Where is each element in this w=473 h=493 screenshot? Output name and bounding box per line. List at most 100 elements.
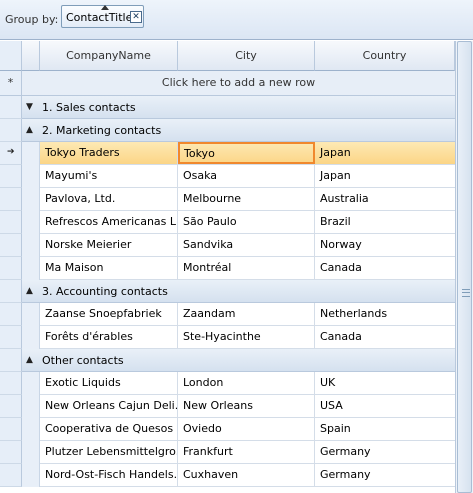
company-name-cell[interactable]: Refrescos Americanas L... xyxy=(40,211,178,233)
company-name-cell[interactable]: Ma Maison xyxy=(40,257,178,279)
group-title: 1. Sales contacts xyxy=(42,101,136,114)
company-name-cell[interactable]: Nord-Ost-Fisch Handels... xyxy=(40,464,178,486)
sort-ascending-icon xyxy=(101,5,109,10)
city-cell[interactable]: Zaandam xyxy=(178,303,315,325)
table-row[interactable]: Zaanse Snoepfabriek Zaandam Netherlands xyxy=(40,303,455,326)
group-indent xyxy=(22,372,40,487)
row-selector[interactable] xyxy=(0,326,22,349)
group-indent xyxy=(22,303,40,349)
company-name-cell[interactable]: Cooperativa de Quesos '... xyxy=(40,418,178,440)
table-row[interactable]: Exotic Liquids London UK xyxy=(40,372,455,395)
country-cell[interactable]: Netherlands xyxy=(315,303,455,325)
group-title: Other contacts xyxy=(42,354,124,367)
city-cell[interactable]: London xyxy=(178,372,315,394)
city-cell[interactable]: Cuxhaven xyxy=(178,464,315,486)
country-cell[interactable]: Spain xyxy=(315,418,455,440)
collapse-icon[interactable]: ▲ xyxy=(26,125,33,135)
country-cell[interactable]: Australia xyxy=(315,188,455,210)
expand-icon[interactable]: ▼ xyxy=(26,102,33,112)
table-row[interactable]: Ma Maison Montréal Canada xyxy=(40,257,455,280)
group-by-chip-contacttitle[interactable]: ContactTitle ✕ xyxy=(61,5,144,28)
city-cell[interactable]: Melbourne xyxy=(178,188,315,210)
row-selector[interactable] xyxy=(0,372,22,395)
close-icon[interactable]: ✕ xyxy=(130,11,142,23)
table-row[interactable]: Norske Meierier Sandvika Norway xyxy=(40,234,455,257)
row-selector[interactable] xyxy=(0,257,22,280)
city-cell[interactable]: New Orleans xyxy=(178,395,315,417)
row-selector[interactable]: ➔ xyxy=(0,142,22,165)
country-cell[interactable]: USA xyxy=(315,395,455,417)
table-row[interactable]: Plutzer Lebensmittelgro... Frankfurt Germa… xyxy=(40,441,455,464)
group-by-chip-label: ContactTitle xyxy=(66,11,133,24)
table-row[interactable]: New Orleans Cajun Deli... New Orleans USA xyxy=(40,395,455,418)
row-selector[interactable] xyxy=(0,280,22,303)
row-selector[interactable] xyxy=(0,395,22,418)
table-row[interactable]: Refrescos Americanas L... São Paulo Brazil xyxy=(40,211,455,234)
group-row[interactable]: ▼ 1. Sales contacts xyxy=(22,96,455,119)
country-cell[interactable]: Norway xyxy=(315,234,455,256)
company-name-cell[interactable]: Zaanse Snoepfabriek xyxy=(40,303,178,325)
group-indent xyxy=(22,142,40,280)
company-name-cell[interactable]: Pavlova, Ltd. xyxy=(40,188,178,210)
current-row-arrow-icon: ➔ xyxy=(7,147,15,157)
group-by-panel: Group by: ContactTitle ✕ xyxy=(0,0,473,40)
city-cell[interactable]: Oviedo xyxy=(178,418,315,440)
group-title: 3. Accounting contacts xyxy=(42,285,168,298)
row-selector[interactable] xyxy=(0,211,22,234)
city-cell[interactable]: Montréal xyxy=(178,257,315,279)
city-cell[interactable]: Sandvika xyxy=(178,234,315,256)
row-selector[interactable] xyxy=(0,303,22,326)
company-name-cell[interactable]: Tokyo Traders xyxy=(40,142,178,164)
vertical-scrollbar[interactable] xyxy=(455,41,473,493)
scrollbar-thumb[interactable] xyxy=(457,41,472,493)
add-new-row[interactable]: Click here to add a new row xyxy=(22,71,455,96)
country-cell[interactable]: Germany xyxy=(315,464,455,486)
country-cell[interactable]: UK xyxy=(315,372,455,394)
country-cell[interactable]: Canada xyxy=(315,326,455,348)
city-cell[interactable]: Ste-Hyacinthe xyxy=(178,326,315,348)
company-name-cell[interactable]: Mayumi's xyxy=(40,165,178,187)
collapse-icon[interactable]: ▲ xyxy=(26,286,33,296)
company-name-cell[interactable]: Norske Meierier xyxy=(40,234,178,256)
table-row[interactable]: Forêts d'érables Ste-Hyacinthe Canada xyxy=(40,326,455,349)
row-selector[interactable] xyxy=(0,188,22,211)
row-selector[interactable] xyxy=(0,234,22,257)
column-header-companyname[interactable]: CompanyName xyxy=(40,41,178,71)
company-name-cell[interactable]: New Orleans Cajun Deli... xyxy=(40,395,178,417)
collapse-icon[interactable]: ▲ xyxy=(26,355,33,365)
table-row[interactable]: Pavlova, Ltd. Melbourne Australia xyxy=(40,188,455,211)
column-header-city[interactable]: City xyxy=(178,41,315,71)
city-cell[interactable]: Tokyo xyxy=(178,142,315,164)
country-cell[interactable]: Japan xyxy=(315,142,455,164)
row-selector[interactable] xyxy=(0,165,22,188)
group-row[interactable]: ▲ 2. Marketing contacts xyxy=(22,119,455,142)
country-cell[interactable]: Canada xyxy=(315,257,455,279)
new-row-indicator: * xyxy=(0,71,22,96)
row-selector[interactable] xyxy=(0,349,22,372)
country-cell[interactable]: Brazil xyxy=(315,211,455,233)
company-name-cell[interactable]: Plutzer Lebensmittelgro... xyxy=(40,441,178,463)
city-cell[interactable]: São Paulo xyxy=(178,211,315,233)
group-title: 2. Marketing contacts xyxy=(42,124,162,137)
table-row[interactable]: Mayumi's Osaka Japan xyxy=(40,165,455,188)
grip-icon xyxy=(462,289,470,297)
group-row[interactable]: ▲ Other contacts xyxy=(22,349,455,372)
company-name-cell[interactable]: Forêts d'érables xyxy=(40,326,178,348)
row-selector[interactable] xyxy=(0,441,22,464)
company-name-cell[interactable]: Exotic Liquids xyxy=(40,372,178,394)
table-row[interactable]: Nord-Ost-Fisch Handels... Cuxhaven Germany xyxy=(40,464,455,487)
row-selector[interactable] xyxy=(0,119,22,142)
row-selector[interactable] xyxy=(0,96,22,119)
country-cell[interactable]: Germany xyxy=(315,441,455,463)
row-selector[interactable] xyxy=(0,418,22,441)
city-cell[interactable]: Osaka xyxy=(178,165,315,187)
city-cell[interactable]: Frankfurt xyxy=(178,441,315,463)
group-row[interactable]: ▲ 3. Accounting contacts xyxy=(22,280,455,303)
table-row[interactable]: Cooperativa de Quesos '... Oviedo Spain xyxy=(40,418,455,441)
table-row[interactable]: Tokyo Traders Tokyo Japan xyxy=(40,142,455,165)
column-header-country[interactable]: Country xyxy=(315,41,455,71)
country-cell[interactable]: Japan xyxy=(315,165,455,187)
header-row-selector xyxy=(0,41,22,71)
row-selector[interactable] xyxy=(0,464,22,487)
group-by-label: Group by: xyxy=(5,13,59,26)
